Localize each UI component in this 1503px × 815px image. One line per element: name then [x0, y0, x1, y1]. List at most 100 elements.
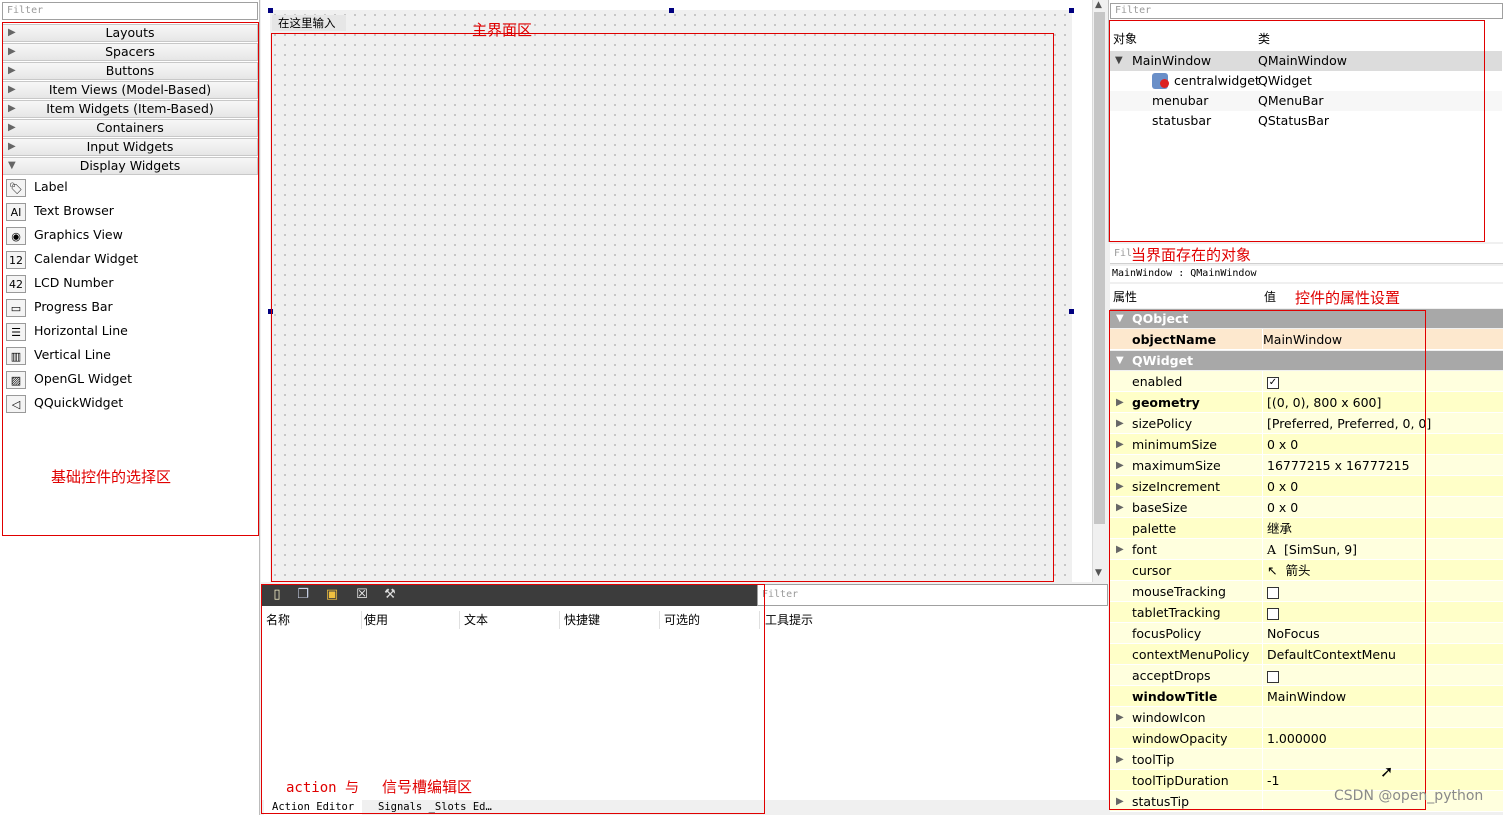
resize-handle-tl[interactable]: [268, 8, 273, 13]
scrollbar-thumb[interactable]: [1094, 12, 1105, 524]
col-2[interactable]: 文本: [460, 611, 560, 629]
prop-value[interactable]: ↖ 箭头: [1262, 560, 1502, 580]
prop-value[interactable]: [1262, 707, 1502, 727]
chevron-down-icon[interactable]: ▼: [1115, 51, 1123, 71]
chevron-right-icon[interactable]: ▶: [1116, 539, 1124, 560]
prop-value[interactable]: MainWindow: [1262, 329, 1502, 349]
checkbox[interactable]: ✓: [1267, 376, 1279, 389]
prop-sizePolicy[interactable]: ▶ sizePolicy [Preferred, Preferred, 0, 0]: [1110, 413, 1503, 434]
prop-sizeIncrement[interactable]: ▶ sizeIncrement 0 x 0: [1110, 476, 1503, 497]
col-4[interactable]: 可选的: [660, 611, 760, 629]
chevron-right-icon[interactable]: ▶: [1116, 413, 1124, 434]
scroll-up-icon[interactable]: ▲: [1095, 0, 1102, 10]
widget-category-6[interactable]: ▶ Input Widgets: [2, 138, 258, 156]
tab-action-editor[interactable]: Action Editor: [264, 800, 363, 815]
prop-tabletTracking[interactable]: tabletTracking: [1110, 602, 1503, 623]
widget-item-6[interactable]: ☰ Horizontal Line: [6, 320, 246, 342]
prop-value[interactable]: NoFocus: [1262, 623, 1502, 643]
prop-maximumSize[interactable]: ▶ maximumSize 16777215 x 16777215: [1110, 455, 1503, 476]
col-value[interactable]: 值: [1264, 288, 1276, 305]
widget-category-4[interactable]: ▶ Item Widgets (Item-Based): [2, 100, 258, 118]
configure-icon[interactable]: ⚒: [382, 587, 398, 603]
prop-enabled[interactable]: enabled ✓: [1110, 371, 1503, 392]
prop-windowIcon[interactable]: ▶ windowIcon: [1110, 707, 1503, 728]
widget-category-2[interactable]: ▶ Buttons: [2, 62, 258, 80]
prop-value[interactable]: A [SimSun, 9]: [1262, 539, 1502, 559]
widget-category-7[interactable]: ▼ Display Widgets: [2, 157, 258, 175]
copy-action-icon[interactable]: ❐: [295, 587, 311, 603]
object-row-2[interactable]: menubar QMenuBar: [1110, 91, 1502, 111]
new-action-icon[interactable]: ▯: [269, 587, 285, 603]
widget-item-0[interactable]: 🏷 Label: [6, 176, 246, 198]
widget-category-3[interactable]: ▶ Item Views (Model-Based): [2, 81, 258, 99]
prop-objectname[interactable]: objectName MainWindow: [1110, 329, 1503, 350]
main-window-form[interactable]: [270, 10, 1072, 582]
widget-category-5[interactable]: ▶ Containers: [2, 119, 258, 137]
widget-item-4[interactable]: 42 LCD Number: [6, 272, 246, 294]
prop-value[interactable]: 1.000000: [1262, 728, 1502, 748]
prop-value[interactable]: [1262, 581, 1502, 601]
prop-value[interactable]: 0 x 0: [1262, 497, 1502, 517]
chevron-right-icon[interactable]: ▶: [1116, 434, 1124, 455]
chevron-right-icon[interactable]: ▶: [1116, 392, 1124, 413]
menu-type-here[interactable]: 在这里输入: [272, 15, 346, 31]
prop-value[interactable]: MainWindow: [1262, 686, 1502, 706]
chevron-right-icon[interactable]: ▶: [1116, 749, 1124, 770]
chevron-right-icon[interactable]: ▶: [1116, 791, 1124, 812]
group-qobject[interactable]: ▼ QObject: [1110, 309, 1503, 328]
prop-minimumSize[interactable]: ▶ minimumSize 0 x 0: [1110, 434, 1503, 455]
action-list[interactable]: [261, 606, 1108, 800]
widget-item-8[interactable]: ▨ OpenGL Widget: [6, 368, 246, 390]
prop-contextMenuPolicy[interactable]: contextMenuPolicy DefaultContextMenu: [1110, 644, 1503, 665]
chevron-right-icon[interactable]: ▶: [1116, 476, 1124, 497]
prop-geometry[interactable]: ▶ geometry [(0, 0), 800 x 600]: [1110, 392, 1503, 413]
col-0[interactable]: 名称: [262, 611, 362, 629]
widget-category-1[interactable]: ▶ Spacers: [2, 43, 258, 61]
group-qwidget[interactable]: ▼ QWidget: [1110, 351, 1503, 370]
prop-mouseTracking[interactable]: mouseTracking: [1110, 581, 1503, 602]
prop-cursor[interactable]: cursor ↖ 箭头: [1110, 560, 1503, 581]
resize-handle-top[interactable]: [669, 8, 674, 13]
chevron-right-icon[interactable]: ▶: [1116, 455, 1124, 476]
prop-toolTip[interactable]: ▶ toolTip: [1110, 749, 1503, 770]
prop-font[interactable]: ▶ font A [SimSun, 9]: [1110, 539, 1503, 560]
tab-signals-slots[interactable]: Signals _Slots Ed…: [370, 800, 500, 815]
object-row-3[interactable]: statusbar QStatusBar: [1110, 111, 1502, 131]
prop-value[interactable]: [(0, 0), 800 x 600]: [1262, 392, 1502, 412]
prop-value[interactable]: 0 x 0: [1262, 434, 1502, 454]
widget-item-9[interactable]: ◁ QQuickWidget: [6, 392, 246, 414]
prop-focusPolicy[interactable]: focusPolicy NoFocus: [1110, 623, 1503, 644]
col-tooltip[interactable]: 工具提示: [765, 611, 813, 629]
checkbox[interactable]: [1267, 670, 1279, 683]
widget-filter-input[interactable]: Filter: [2, 2, 258, 20]
prop-value[interactable]: [1262, 602, 1502, 622]
col-3[interactable]: 快捷键: [560, 611, 660, 629]
object-filter-input[interactable]: Filter: [1110, 3, 1503, 19]
prop-value[interactable]: 16777215 x 16777215: [1262, 455, 1502, 475]
prop-value[interactable]: [1262, 665, 1502, 685]
widget-item-5[interactable]: ▭ Progress Bar: [6, 296, 246, 318]
checkbox[interactable]: [1267, 607, 1279, 620]
prop-baseSize[interactable]: ▶ baseSize 0 x 0: [1110, 497, 1503, 518]
action-filter-input[interactable]: Filter: [757, 584, 1108, 606]
resize-handle-left[interactable]: [268, 309, 273, 314]
chevron-right-icon[interactable]: ▶: [1116, 707, 1124, 728]
prop-windowOpacity[interactable]: windowOpacity 1.000000: [1110, 728, 1503, 749]
resize-handle-right[interactable]: [1069, 309, 1074, 314]
widget-item-1[interactable]: AI Text Browser: [6, 200, 246, 222]
prop-value[interactable]: [Preferred, Preferred, 0, 0]: [1262, 413, 1502, 433]
prop-acceptDrops[interactable]: acceptDrops: [1110, 665, 1503, 686]
col-class[interactable]: 类: [1258, 30, 1270, 47]
object-row-1[interactable]: centralwidget QWidget: [1110, 71, 1502, 91]
prop-palette[interactable]: palette 继承: [1110, 518, 1503, 539]
col-object[interactable]: 对象: [1113, 30, 1137, 47]
resize-handle-tr[interactable]: [1069, 8, 1074, 13]
widget-item-7[interactable]: ▥ Vertical Line: [6, 344, 246, 366]
widget-item-3[interactable]: 12 Calendar Widget: [6, 248, 246, 270]
col-1[interactable]: 使用: [360, 611, 460, 629]
prop-value[interactable]: ✓: [1262, 371, 1502, 391]
scroll-down-icon[interactable]: ▼: [1095, 568, 1102, 578]
delete-action-icon[interactable]: ☒: [354, 587, 370, 603]
checkbox[interactable]: [1267, 586, 1279, 599]
widget-category-0[interactable]: ▶ Layouts: [2, 24, 258, 42]
